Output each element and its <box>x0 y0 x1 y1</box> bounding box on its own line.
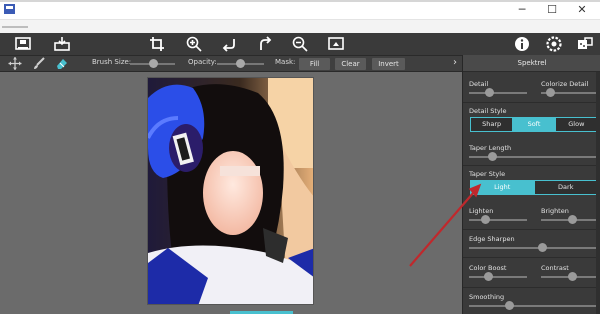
detail-style-glow[interactable]: Glow <box>555 118 597 131</box>
fill-button[interactable]: Fill <box>299 58 330 70</box>
colorize-detail-label: Colorize Detail <box>541 80 589 88</box>
invert-button[interactable]: Invert <box>372 58 405 70</box>
contrast-label: Contrast <box>541 264 569 272</box>
color-boost-label: Color Boost <box>469 264 507 272</box>
detail-style-segmented: Sharp Soft Glow <box>470 117 598 132</box>
open-icon[interactable] <box>53 35 71 53</box>
save-icon[interactable] <box>14 35 32 53</box>
minimize-button[interactable]: ─ <box>510 3 534 17</box>
panel-divider <box>463 287 597 288</box>
smoothing-label: Smoothing <box>469 293 505 301</box>
detail-style-soft[interactable]: Soft <box>513 118 556 131</box>
panel-expand-arrow[interactable]: › <box>453 57 457 68</box>
undo-icon[interactable] <box>221 35 239 53</box>
brighten-slider[interactable] <box>568 215 577 224</box>
settings-icon[interactable] <box>545 35 563 53</box>
detail-style-sharp[interactable]: Sharp <box>471 118 514 131</box>
filter-panel: Spektrel Detail Colorize Detail Detail S… <box>462 55 600 314</box>
menu-placeholder <box>2 26 28 28</box>
eraser-tool-icon[interactable] <box>54 56 70 71</box>
smoothing-track[interactable] <box>469 305 597 307</box>
detail-label: Detail <box>469 80 489 88</box>
taper-style-light[interactable]: Light <box>471 181 535 194</box>
lighten-slider[interactable] <box>481 215 490 224</box>
zoom-in-icon[interactable] <box>185 35 203 53</box>
title-strip <box>0 0 600 2</box>
opacity-slider[interactable] <box>236 59 245 68</box>
maximize-button[interactable]: ☐ <box>540 3 564 17</box>
taper-style-label: Taper Style <box>469 170 506 178</box>
opacity-label: Opacity: <box>188 58 217 66</box>
main-toolbar <box>0 33 600 55</box>
info-icon[interactable] <box>513 35 531 53</box>
crop-icon[interactable] <box>148 35 166 53</box>
contrast-slider[interactable] <box>568 272 577 281</box>
panel-divider <box>463 229 597 230</box>
brush-size-slider[interactable] <box>149 59 158 68</box>
brush-size-label: Brush Size: <box>92 58 132 66</box>
panel-divider <box>463 257 597 258</box>
lighten-track[interactable] <box>469 219 527 221</box>
mask-label: Mask: <box>275 58 296 66</box>
plugins-icon[interactable] <box>576 35 594 53</box>
lighten-label: Lighten <box>469 207 494 215</box>
color-boost-slider[interactable] <box>484 272 493 281</box>
taper-length-slider[interactable] <box>488 152 497 161</box>
panel-divider <box>463 165 597 166</box>
edge-sharpen-track[interactable] <box>469 247 597 249</box>
panel-scrollbar[interactable] <box>596 72 600 314</box>
color-boost-track[interactable] <box>469 276 527 278</box>
edge-sharpen-slider[interactable] <box>538 243 547 252</box>
brush-tool-icon[interactable] <box>31 56 47 71</box>
app-logo-icon <box>4 4 15 14</box>
detail-style-label: Detail Style <box>469 107 507 115</box>
panel-divider <box>463 102 597 103</box>
menu-strip <box>0 20 600 33</box>
app-window: ─ ☐ ✕ Brush Size: Opacity: Mask: Fill Cl… <box>0 0 600 314</box>
detail-track[interactable] <box>469 92 527 94</box>
photo-render <box>148 78 313 304</box>
close-button[interactable]: ✕ <box>570 3 594 17</box>
panel-title: Spektrel <box>463 55 600 72</box>
clear-button[interactable]: Clear <box>335 58 366 70</box>
edge-sharpen-label: Edge Sharpen <box>469 235 515 243</box>
detail-slider[interactable] <box>485 88 494 97</box>
taper-style-dark[interactable]: Dark <box>534 181 597 194</box>
title-bar: ─ ☐ ✕ <box>0 0 600 20</box>
brighten-label: Brighten <box>541 207 569 215</box>
taper-length-label: Taper Length <box>469 144 512 152</box>
move-tool-icon[interactable] <box>7 56 23 71</box>
image-canvas[interactable] <box>0 72 462 314</box>
smoothing-slider[interactable] <box>505 301 514 310</box>
fit-icon[interactable] <box>327 35 345 53</box>
colorize-detail-slider[interactable] <box>546 88 555 97</box>
edited-photo <box>147 77 314 305</box>
zoom-out-icon[interactable] <box>291 35 309 53</box>
redo-icon[interactable] <box>256 35 274 53</box>
taper-style-segmented: Light Dark <box>470 180 598 195</box>
